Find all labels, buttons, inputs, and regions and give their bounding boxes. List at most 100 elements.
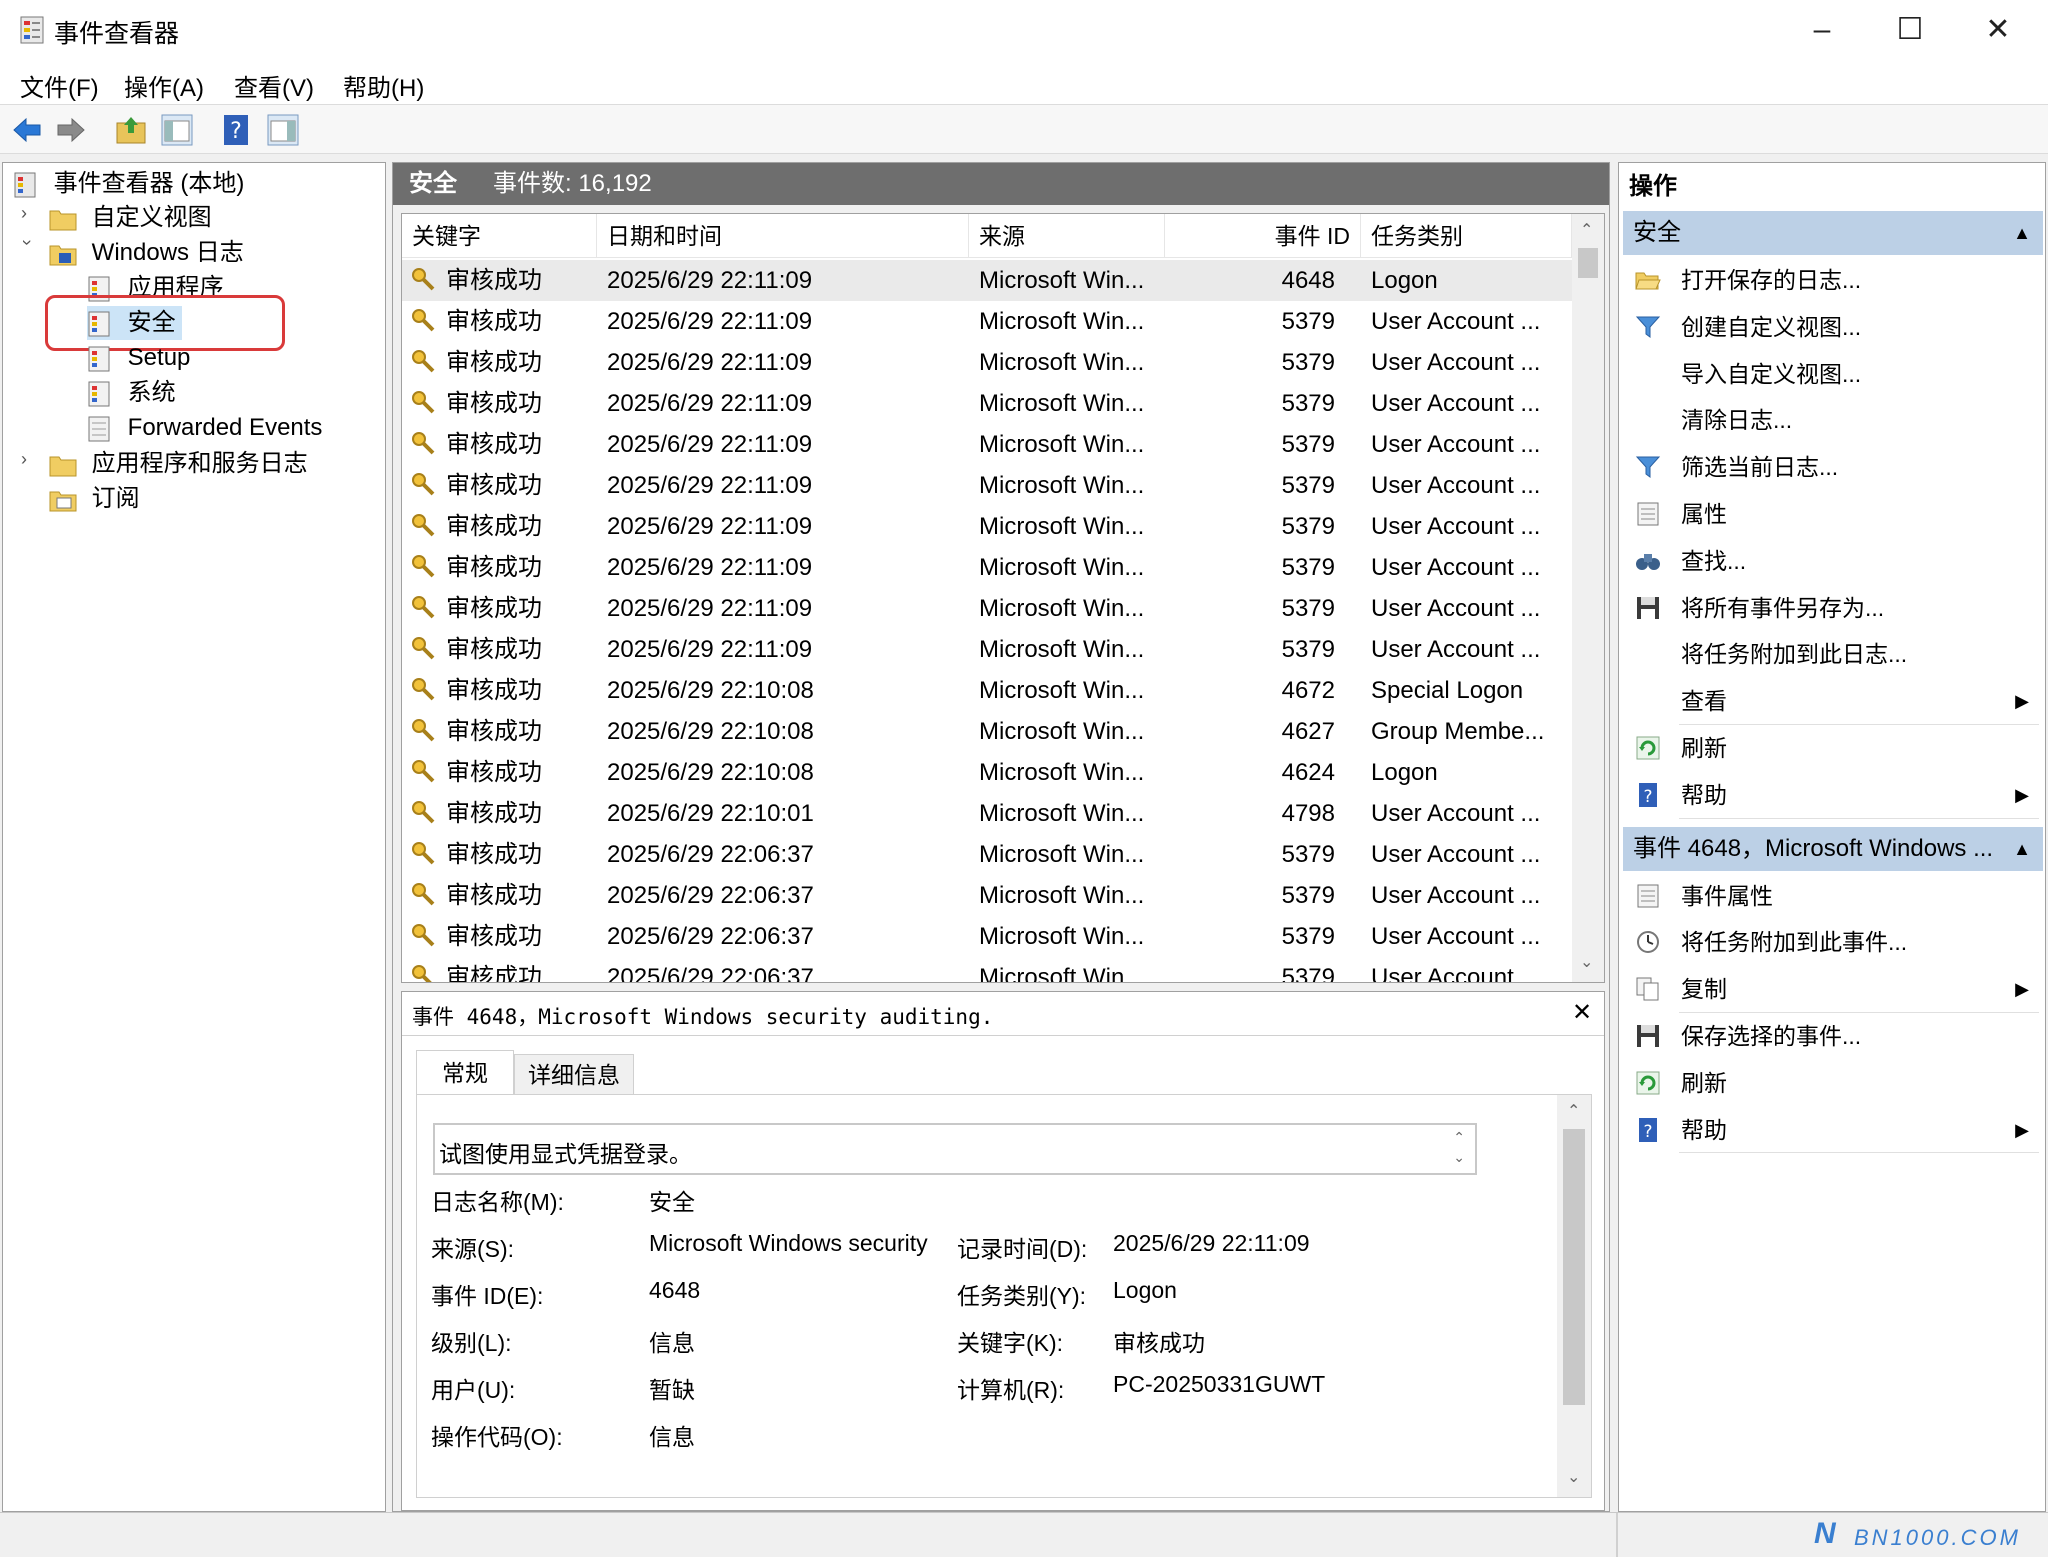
column-header-event-id[interactable]: 事件 ID — [1165, 214, 1361, 258]
scroll-down-icon[interactable]: ⌄ — [1580, 952, 1593, 972]
table-row[interactable]: 审核成功 2025/6/29 22:06:37 Microsoft Win... 53… — [402, 957, 1572, 982]
collapse-triangle-icon[interactable]: ▲ — [2013, 211, 2031, 255]
svg-text:?: ? — [230, 119, 242, 144]
event-description-box[interactable]: 试图使用显式凭据登录。 ⌃ ⌄ — [433, 1123, 1477, 1175]
action-item[interactable]: ? 帮助 ▶ — [1623, 772, 2043, 818]
field-value[interactable]: 信息 — [649, 1418, 695, 1452]
table-scrollbar[interactable]: ⌃ ⌄ — [1572, 214, 1604, 982]
table-row[interactable]: 审核成功 2025/6/29 22:11:09 Microsoft Win... 46… — [402, 260, 1572, 301]
cell-datetime: 2025/6/29 22:06:37 — [607, 923, 814, 950]
action-item[interactable]: 将所有事件另存为... — [1623, 585, 2043, 631]
action-item[interactable]: 查找... — [1623, 538, 2043, 584]
cell-keyword: 审核成功 — [446, 677, 542, 704]
menu-action[interactable]: 操作(A) — [124, 68, 204, 103]
actions-section-header[interactable]: 事件 4648，Microsoft Windows ... ▲ — [1623, 826, 2043, 871]
forward-arrow-icon[interactable] — [54, 113, 88, 147]
menu-file[interactable]: 文件(F) — [20, 68, 99, 103]
column-header-datetime[interactable]: 日期和时间 — [597, 214, 969, 258]
field-value[interactable]: Microsoft Windows security — [649, 1230, 928, 1257]
table-row[interactable]: 审核成功 2025/6/29 22:06:37 Microsoft Win... 53… — [402, 916, 1572, 957]
menu-help[interactable]: 帮助(H) — [343, 68, 424, 103]
table-row[interactable]: 审核成功 2025/6/29 22:11:09 Microsoft Win... 53… — [402, 342, 1572, 383]
tree-item-custom-views[interactable]: 自定义视图 — [49, 201, 212, 235]
table-row[interactable]: 审核成功 2025/6/29 22:11:09 Microsoft Win... 53… — [402, 465, 1572, 506]
scroll-down-icon[interactable]: ⌄ — [1567, 1467, 1580, 1487]
table-row[interactable]: 审核成功 2025/6/29 22:10:01 Microsoft Win... 47… — [402, 793, 1572, 834]
field-value[interactable]: PC-20250331GUWT — [1113, 1371, 1325, 1398]
action-item[interactable]: 复制 ▶ — [1623, 966, 2043, 1012]
table-row[interactable]: 审核成功 2025/6/29 22:11:09 Microsoft Win... 53… — [402, 588, 1572, 629]
action-item[interactable]: 将任务附加到此日志... — [1623, 631, 2043, 677]
action-item[interactable]: 刷新 — [1623, 725, 2043, 771]
actions-section-header[interactable]: 安全 ▲ — [1623, 211, 2043, 255]
chevron-right-icon[interactable]: › — [21, 203, 37, 224]
back-arrow-icon[interactable] — [10, 113, 44, 147]
action-item[interactable]: 查看 ▶ — [1623, 678, 2043, 724]
show-hide-tree-icon[interactable] — [160, 113, 194, 147]
show-hide-action-pane-icon[interactable] — [266, 113, 300, 147]
chevron-down-icon[interactable]: › — [17, 240, 38, 256]
field-value[interactable]: 信息 — [649, 1324, 695, 1358]
tree-item-root[interactable]: 事件查看器 (本地) — [13, 167, 244, 201]
folder-up-icon[interactable] — [114, 113, 148, 147]
action-item[interactable]: 创建自定义视图... — [1623, 304, 2043, 350]
cell-task-category: User Account ... — [1371, 431, 1541, 458]
action-item[interactable]: 筛选当前日志... — [1623, 444, 2043, 490]
action-item[interactable]: 将任务附加到此事件... — [1623, 919, 2043, 965]
action-item[interactable]: 保存选择的事件... — [1623, 1013, 2043, 1059]
maximize-button[interactable]: ☐ — [1880, 8, 1940, 52]
tree-item-setup[interactable]: Setup — [87, 341, 190, 375]
scrollbar-thumb[interactable] — [1578, 248, 1598, 278]
table-row[interactable]: 审核成功 2025/6/29 22:10:08 Microsoft Win... 46… — [402, 670, 1572, 711]
column-header-keyword[interactable]: 关键字 — [402, 214, 597, 258]
action-item[interactable]: ? 帮助 ▶ — [1623, 1107, 2043, 1153]
description-scroll-icon[interactable]: ⌃ ⌄ — [1453, 1127, 1465, 1167]
tab-details[interactable]: 详细信息 — [514, 1054, 634, 1094]
field-value[interactable]: Logon — [1113, 1277, 1177, 1304]
tree-item-app-service-logs[interactable]: 应用程序和服务日志 — [49, 447, 308, 481]
menu-view[interactable]: 查看(V) — [234, 68, 314, 103]
table-row[interactable]: 审核成功 2025/6/29 22:06:37 Microsoft Win... 53… — [402, 834, 1572, 875]
action-item[interactable]: 导入自定义视图... — [1623, 351, 2043, 397]
action-item[interactable]: 清除日志... — [1623, 397, 2043, 443]
close-detail-icon[interactable]: ✕ — [1572, 998, 1592, 1027]
scroll-up-icon[interactable]: ⌃ — [1580, 220, 1593, 240]
field-value[interactable]: 安全 — [649, 1183, 695, 1217]
scrollbar-thumb[interactable] — [1563, 1129, 1585, 1405]
cell-event-id: 5379 — [1281, 882, 1335, 909]
action-item[interactable]: 属性 — [1623, 491, 2043, 537]
tab-general[interactable]: 常规 — [416, 1050, 514, 1094]
column-header-source[interactable]: 来源 — [969, 214, 1165, 258]
column-header-task-category[interactable]: 任务类别 — [1361, 214, 1572, 258]
table-row[interactable]: 审核成功 2025/6/29 22:10:08 Microsoft Win... 46… — [402, 752, 1572, 793]
table-row[interactable]: 审核成功 2025/6/29 22:11:09 Microsoft Win... 53… — [402, 547, 1572, 588]
scroll-up-icon[interactable]: ⌃ — [1567, 1101, 1580, 1121]
field-value[interactable]: 2025/6/29 22:11:09 — [1113, 1230, 1310, 1257]
chevron-right-icon[interactable]: › — [21, 449, 37, 470]
detail-scrollbar[interactable]: ⌃ ⌄ — [1557, 1095, 1591, 1497]
field-value[interactable]: 暂缺 — [649, 1371, 695, 1405]
tree-item-subscriptions[interactable]: 订阅 — [49, 482, 140, 516]
log-icon — [88, 381, 110, 407]
help-toolbar-icon[interactable]: ? — [220, 113, 254, 147]
table-row[interactable]: 审核成功 2025/6/29 22:10:08 Microsoft Win... 46… — [402, 711, 1572, 752]
tree-item-forwarded-events[interactable]: Forwarded Events — [87, 411, 322, 445]
collapse-triangle-icon[interactable]: ▲ — [2013, 827, 2031, 871]
action-item[interactable]: 打开保存的日志... — [1623, 257, 2043, 303]
tree-item-system[interactable]: 系统 — [87, 376, 176, 410]
audit-key-icon — [412, 760, 435, 783]
table-row[interactable]: 审核成功 2025/6/29 22:11:09 Microsoft Win... 53… — [402, 506, 1572, 547]
table-row[interactable]: 审核成功 2025/6/29 22:11:09 Microsoft Win... 53… — [402, 301, 1572, 342]
field-value[interactable]: 4648 — [649, 1277, 700, 1304]
table-row[interactable]: 审核成功 2025/6/29 22:11:09 Microsoft Win... 53… — [402, 629, 1572, 670]
field-value[interactable]: 审核成功 — [1113, 1324, 1205, 1358]
close-window-button[interactable]: ✕ — [1968, 8, 2028, 52]
table-row[interactable]: 审核成功 2025/6/29 22:06:37 Microsoft Win... 53… — [402, 875, 1572, 916]
table-row[interactable]: 审核成功 2025/6/29 22:11:09 Microsoft Win... 53… — [402, 383, 1572, 424]
action-item[interactable]: 刷新 — [1623, 1060, 2043, 1106]
tree-item-windows-logs[interactable]: Windows 日志 — [49, 236, 244, 270]
table-row[interactable]: 审核成功 2025/6/29 22:11:09 Microsoft Win... 53… — [402, 424, 1572, 465]
action-item[interactable]: 事件属性 — [1623, 873, 2043, 919]
minimize-button[interactable]: – — [1792, 8, 1852, 52]
cell-task-category: User Account ... — [1371, 472, 1541, 499]
